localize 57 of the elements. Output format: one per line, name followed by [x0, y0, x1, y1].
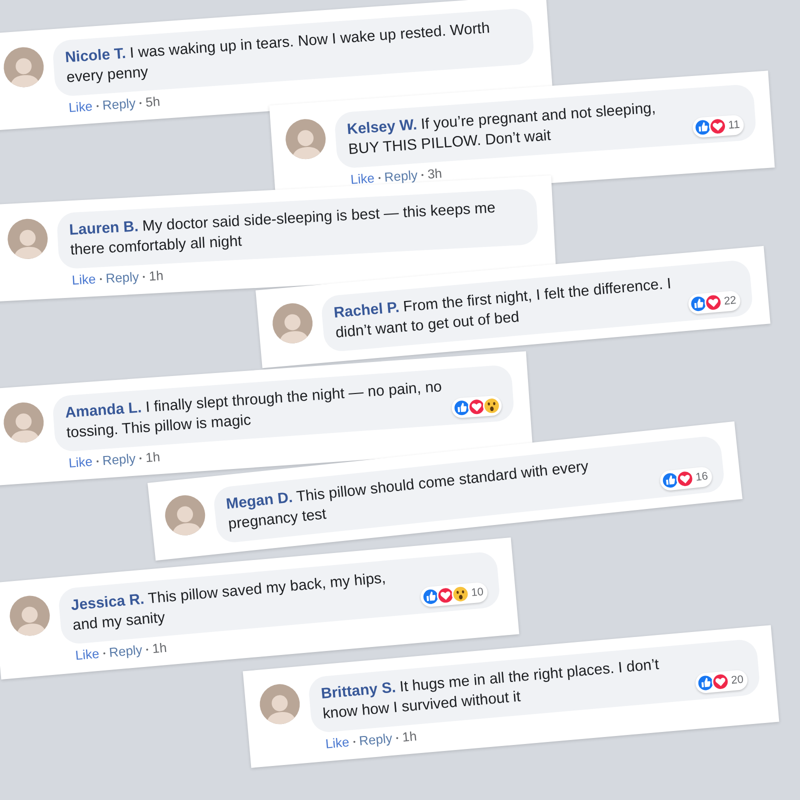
- reply-link[interactable]: Reply: [105, 269, 140, 286]
- like-link[interactable]: Like: [68, 454, 93, 470]
- like-link[interactable]: Like: [68, 98, 93, 116]
- reaction-badge[interactable]: 20: [694, 669, 748, 694]
- reaction-count: 16: [695, 470, 709, 484]
- like-link[interactable]: Like: [74, 646, 100, 663]
- comment-time: 1h: [145, 449, 161, 466]
- comment-time: 3h: [426, 166, 442, 182]
- surprised-face-icon: [450, 584, 470, 604]
- separator-dot: [142, 275, 145, 278]
- thumbs-up-icon: [692, 118, 712, 137]
- thumbs-up-icon: [452, 398, 472, 418]
- separator-dot: [378, 176, 380, 179]
- comment-text: Lauren B. My doctor said side-sleeping is best — this keeps me there comfortably all night: [68, 198, 497, 261]
- reaction-badge[interactable]: 16: [658, 466, 713, 492]
- separator-dot: [103, 652, 106, 654]
- reaction-count: 10: [470, 586, 484, 600]
- comment-text: Rachel P. From the first night, I felt the difference. I didn’t want to get out of bed: [333, 274, 673, 344]
- separator-dot: [396, 736, 398, 739]
- reaction-count: 22: [724, 294, 737, 308]
- separator-dot: [96, 104, 99, 107]
- comment-text: Brittany S. It hugs me in all the right places. I don’t know how I survived without it: [320, 655, 661, 724]
- like-link[interactable]: Like: [324, 734, 350, 752]
- like-link[interactable]: Like: [72, 271, 96, 288]
- reply-link[interactable]: Reply: [358, 730, 393, 748]
- comment-text: Jessica R. This pillow saved my back, my hips, and my sanity: [70, 568, 388, 636]
- thumbs-up-icon: [688, 294, 708, 314]
- separator-dot: [421, 173, 424, 176]
- reaction-count: 20: [730, 674, 744, 687]
- separator-dot: [100, 278, 102, 280]
- reaction-count: 11: [728, 118, 740, 132]
- comment-text: Nicole T. I was waking up in tears. Now I wake up rested. Worth every penny: [64, 18, 492, 88]
- comment-time: 1h: [152, 640, 168, 656]
- surprised-face-icon: [482, 396, 502, 416]
- thumbs-up-icon: [696, 673, 716, 693]
- comment-text: Amanda L. I finally slept through the night — no pain, no tossing. This pillow is magic: [64, 377, 444, 444]
- separator-dot: [140, 102, 142, 104]
- comment-time: 1h: [402, 728, 418, 745]
- separator-dot: [96, 460, 98, 462]
- reply-link[interactable]: Reply: [108, 642, 143, 660]
- reaction-badge[interactable]: 10: [420, 582, 488, 608]
- comment-text: Kelsey W. If you’re pregnant and not sleeping, BUY THIS PILLOW. Don’t wait: [346, 98, 658, 160]
- separator-dot: [140, 456, 142, 459]
- reaction-badge[interactable]: 22: [687, 290, 742, 315]
- reaction-badge[interactable]: [451, 395, 502, 419]
- reply-link[interactable]: Reply: [102, 96, 136, 113]
- thumbs-up-icon: [660, 470, 680, 490]
- like-link[interactable]: Like: [350, 170, 375, 188]
- reaction-badge[interactable]: 11: [692, 114, 744, 138]
- reply-link[interactable]: Reply: [384, 167, 418, 185]
- separator-dot: [353, 740, 356, 742]
- comment-text: Megan D. This pillow should come standard with every pregnancy test: [225, 456, 590, 535]
- comment-time: 5h: [145, 94, 161, 110]
- thumbs-up-icon: [420, 587, 440, 606]
- comment-time: 1h: [148, 268, 164, 284]
- reply-link[interactable]: Reply: [102, 450, 136, 468]
- separator-dot: [146, 648, 148, 650]
